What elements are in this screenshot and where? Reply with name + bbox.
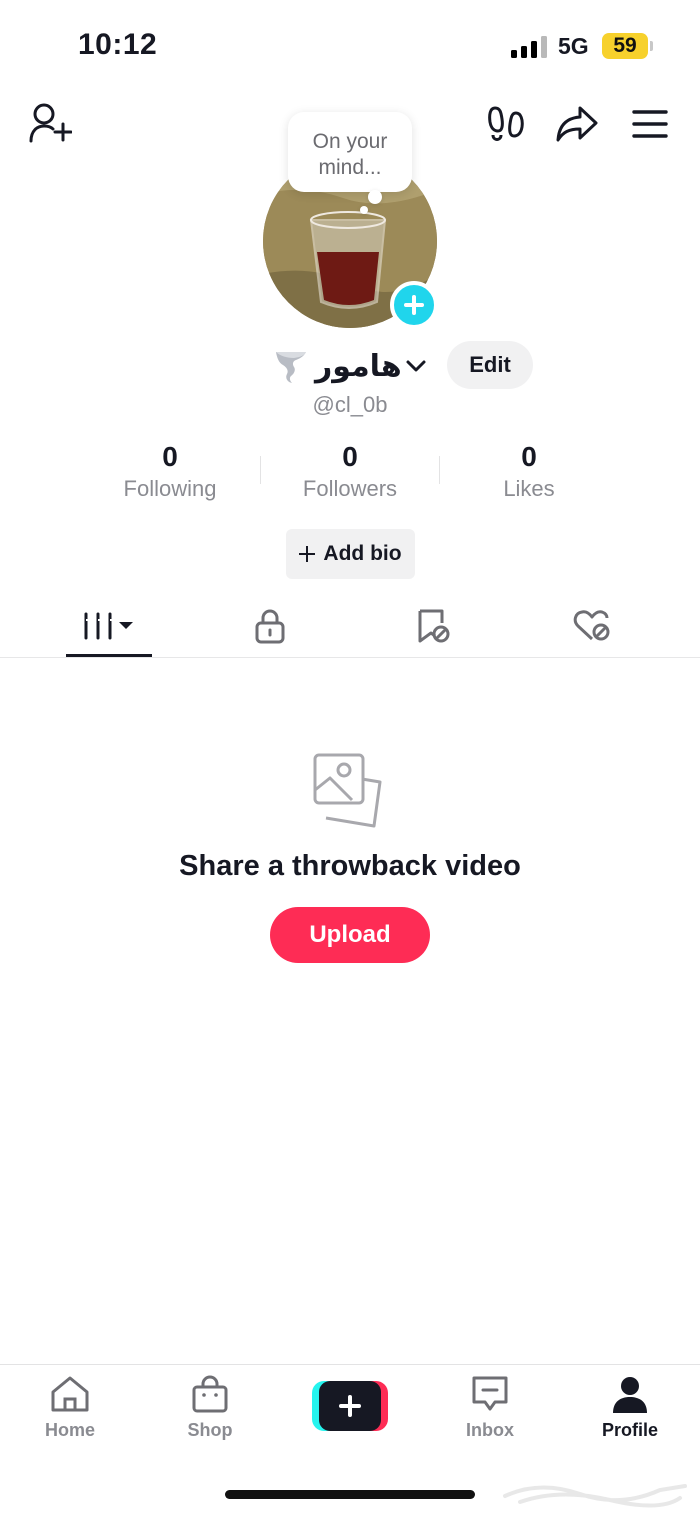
followers-label: Followers [302, 476, 398, 501]
stat-likes[interactable]: 0 Likes [439, 440, 619, 502]
tab-videos[interactable] [59, 598, 159, 654]
signal-icon [511, 36, 547, 58]
liked-heart-icon [573, 610, 610, 641]
tab-favorites[interactable] [383, 598, 483, 654]
empty-state-title: Share a throwback video [179, 850, 521, 882]
upload-button[interactable]: Upload [270, 907, 430, 963]
following-label: Following [123, 476, 217, 501]
watermark-logo [503, 1484, 687, 1508]
nav-shop[interactable]: Shop [155, 1374, 265, 1441]
stat-followers[interactable]: 0 Followers [260, 440, 440, 502]
display-name: هامور [315, 349, 402, 383]
add-bio-label: Add bio [323, 542, 402, 565]
nav-home-label: Home [44, 1420, 95, 1440]
likes-count: 0 [521, 441, 537, 472]
photos-icon [313, 753, 382, 828]
bookmark-icon [418, 609, 450, 643]
tab-private[interactable] [220, 598, 320, 654]
network-type: 5G [558, 33, 589, 59]
videos-grid-icon [84, 612, 133, 640]
home-icon [51, 1376, 89, 1412]
nav-shop-label: Shop [187, 1420, 233, 1440]
likes-label: Likes [503, 476, 555, 501]
thought-bubble-line-1: On your [312, 130, 388, 153]
add-story-button[interactable] [390, 281, 438, 329]
inbox-icon [472, 1376, 508, 1411]
thought-bubble-line-2: mind... [318, 156, 382, 179]
battery-tip [650, 41, 653, 51]
chevron-down-icon[interactable] [404, 356, 428, 376]
nav-divider [0, 1364, 700, 1365]
shop-bag-icon [192, 1375, 228, 1413]
battery-icon: 59 [602, 33, 648, 59]
nav-profile[interactable]: Profile [575, 1374, 685, 1441]
thought-bubble[interactable]: On your mind... [288, 112, 412, 192]
bubble-dot-small [360, 206, 368, 214]
add-bio-button[interactable]: Add bio [286, 529, 415, 579]
home-indicator [225, 1490, 475, 1499]
tab-liked[interactable] [542, 598, 642, 654]
plus-icon [299, 546, 316, 562]
add-friend-icon[interactable] [28, 102, 72, 144]
following-count: 0 [162, 441, 178, 472]
menu-icon[interactable] [631, 108, 669, 140]
create-button[interactable] [312, 1381, 388, 1431]
name-row[interactable]: هامور [273, 344, 428, 388]
stat-following[interactable]: 0 Following [80, 440, 260, 502]
lock-icon [255, 609, 285, 644]
battery-level: 59 [613, 34, 637, 57]
nav-inbox-label: Inbox [466, 1420, 514, 1440]
username: @cl_0b [312, 392, 388, 417]
share-icon[interactable] [555, 104, 599, 144]
bubble-dot [368, 190, 382, 204]
footprints-icon[interactable] [487, 104, 525, 144]
tornado-icon [276, 352, 306, 383]
edit-profile-button[interactable]: Edit [447, 341, 533, 389]
nav-inbox[interactable]: Inbox [435, 1374, 545, 1441]
create-plus-icon [319, 1381, 381, 1431]
profile-icon [613, 1377, 647, 1413]
nav-home[interactable]: Home [15, 1374, 125, 1441]
tab-divider [0, 657, 700, 658]
followers-count: 0 [342, 441, 358, 472]
status-time: 10:12 [78, 28, 158, 61]
nav-profile-label: Profile [601, 1420, 658, 1440]
